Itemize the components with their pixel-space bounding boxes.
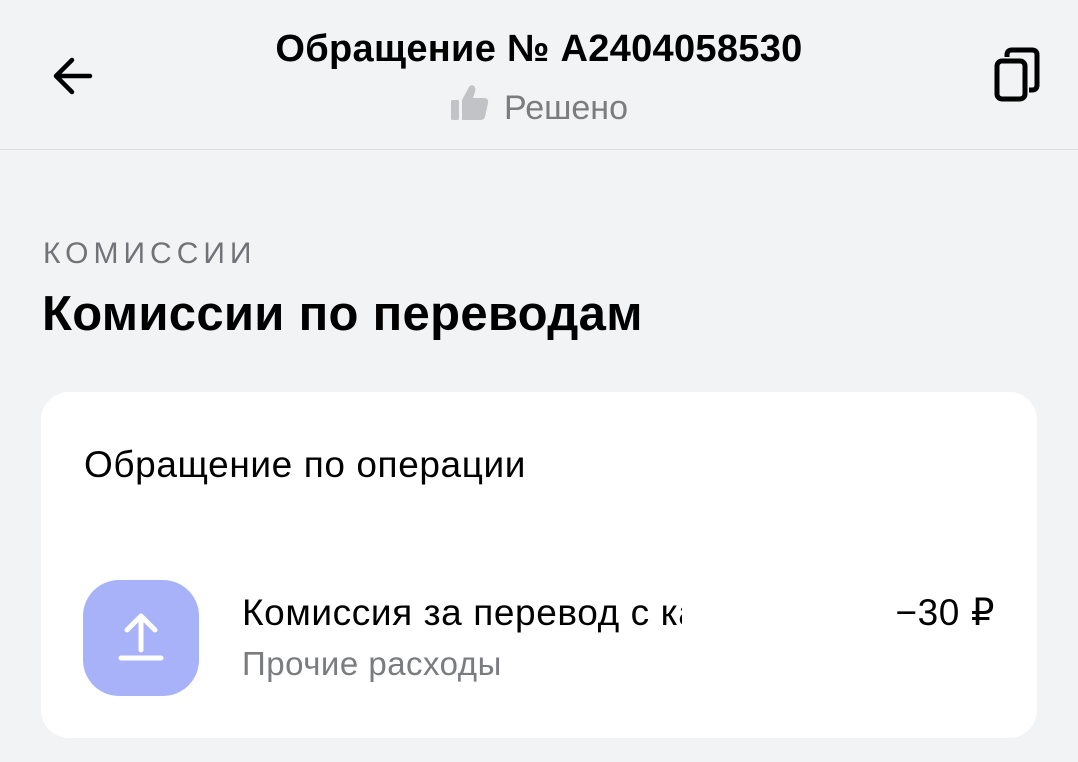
upload-arrow-icon (117, 608, 165, 669)
operation-name: Комиссия за перевод с карт… (242, 592, 682, 633)
thumbs-up-icon (450, 84, 490, 131)
back-button[interactable] (40, 46, 104, 110)
ticket-title: Обращение № A2404058530 (275, 28, 803, 70)
copy-icon (994, 47, 1040, 108)
page-title: Комиссии по переводам (42, 287, 643, 341)
card-title: Обращение по операции (84, 444, 527, 485)
arrow-left-icon (50, 56, 94, 101)
category-label: КОМИССИИ (43, 237, 257, 270)
operation-amount: −30 ₽ (895, 592, 995, 633)
top-bar: Обращение № A2404058530 Решено (0, 0, 1078, 150)
status-label: Решено (504, 88, 628, 127)
ticket-header: Обращение № A2404058530 Решено (150, 26, 928, 131)
operation-item[interactable]: Комиссия за перевод с карт… Прочие расхо… (83, 580, 995, 698)
operation-icon-badge (83, 580, 199, 696)
ticket-status: Решено (150, 84, 928, 131)
copy-button[interactable] (982, 42, 1052, 112)
operation-card: Обращение по операции Комиссия за перево… (41, 392, 1037, 738)
operation-category: Прочие расходы (242, 645, 502, 682)
